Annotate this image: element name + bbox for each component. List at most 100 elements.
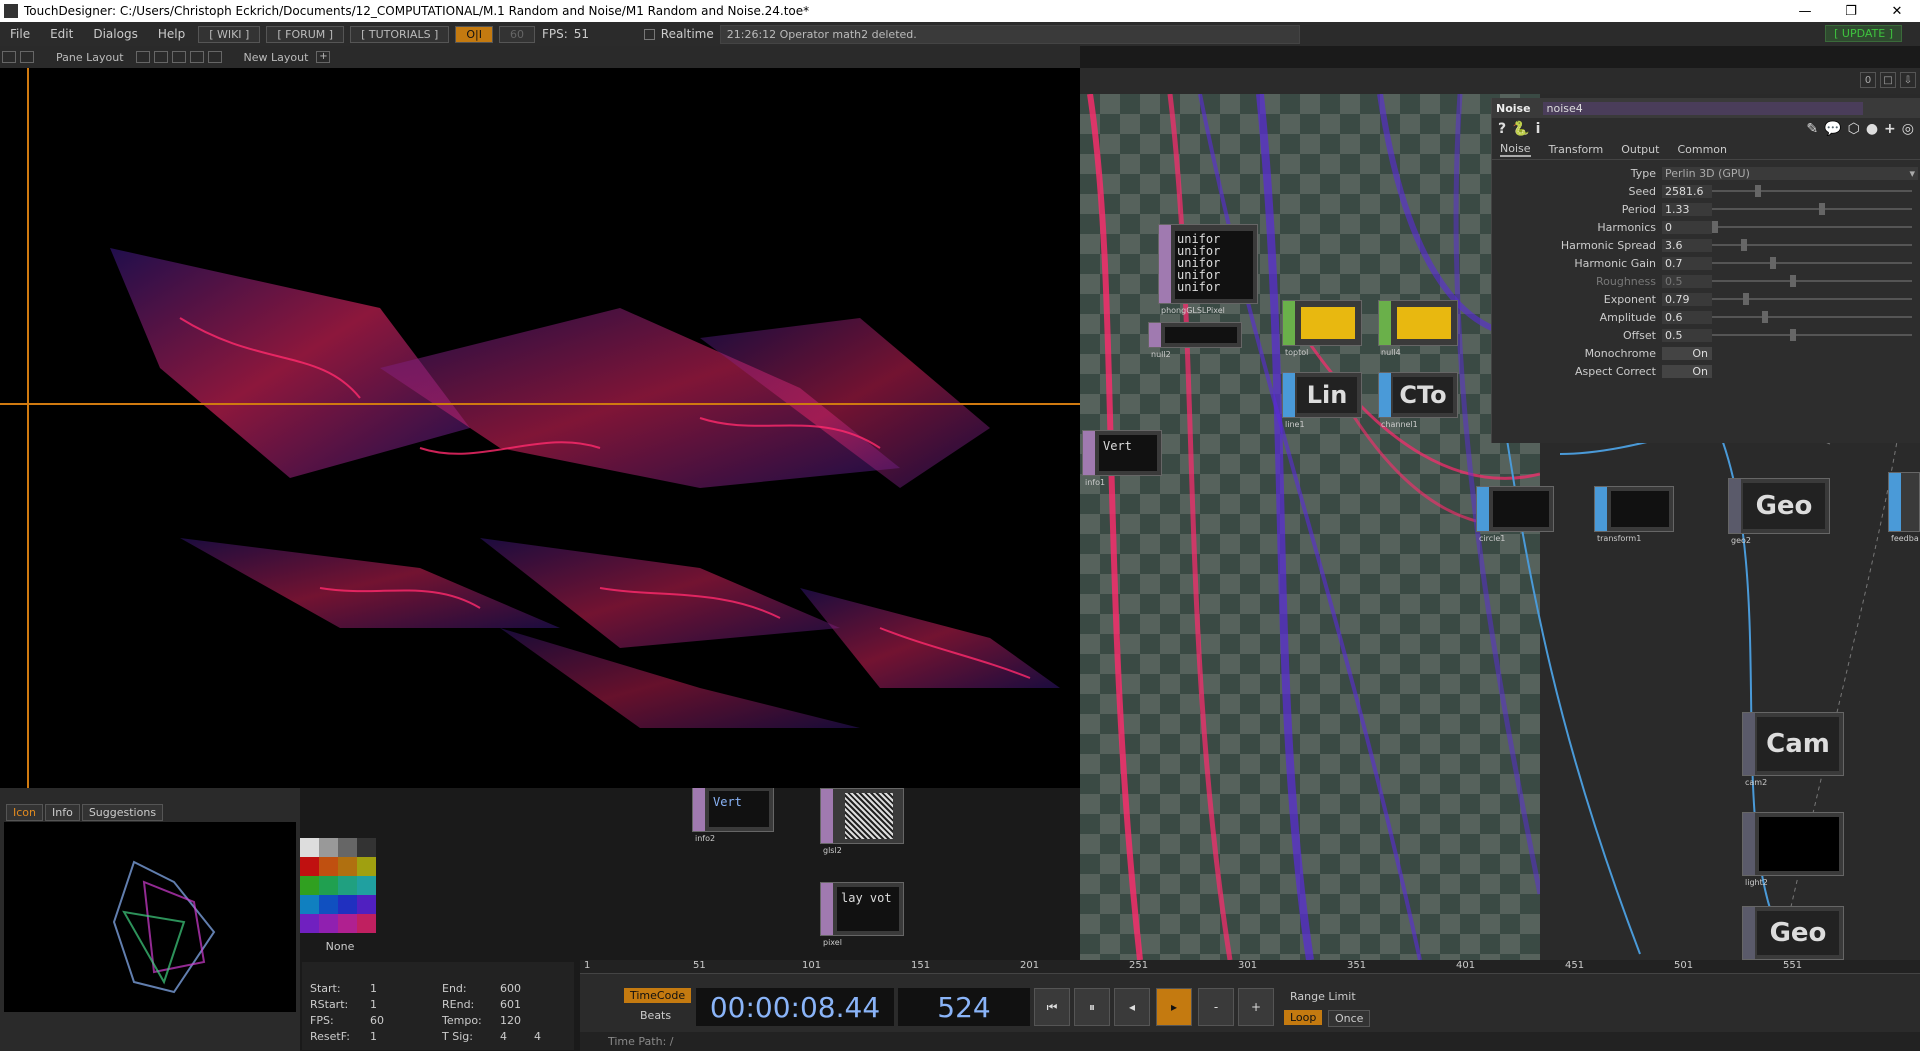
start-value[interactable]: 1 xyxy=(370,982,377,995)
param-value-field[interactable]: 3.6 xyxy=(1662,238,1712,252)
param-slider-knob[interactable] xyxy=(1789,329,1796,341)
realtime-checkbox[interactable] xyxy=(643,28,655,40)
node-cam2[interactable]: Cam cam2 xyxy=(1742,712,1844,787)
tab-output[interactable]: Output xyxy=(1621,143,1659,156)
param-slider[interactable] xyxy=(1712,257,1912,269)
tab-info[interactable]: Info xyxy=(45,804,80,821)
node-line1[interactable]: Lin line1 xyxy=(1282,372,1362,429)
new-layout-button[interactable]: New Layout xyxy=(244,51,309,64)
param-value-field[interactable]: 1.33 xyxy=(1662,202,1712,216)
pane-icon-1[interactable] xyxy=(2,51,16,63)
palette-none[interactable]: None xyxy=(300,940,380,953)
timecode-button[interactable]: TimeCode xyxy=(624,988,692,1003)
rstart-value[interactable]: 1 xyxy=(370,998,377,1011)
wiki-button[interactable]: [ WIKI ] xyxy=(198,25,261,43)
node-light2[interactable]: light2 xyxy=(1742,812,1844,887)
param-slider-knob[interactable] xyxy=(1712,221,1718,233)
node-channel1[interactable]: CTo channel1 xyxy=(1378,372,1458,429)
tab-common[interactable]: Common xyxy=(1677,143,1727,156)
node-circle1[interactable]: circle1 xyxy=(1476,486,1554,543)
menu-help[interactable]: Help xyxy=(148,27,195,41)
close-icon[interactable]: ✕ xyxy=(1874,0,1920,22)
python-help-icon[interactable]: 🐍 xyxy=(1512,121,1529,137)
target-icon[interactable]: ◎ xyxy=(1902,121,1914,137)
param-slider[interactable] xyxy=(1712,203,1912,215)
tsig-value-1[interactable]: 4 xyxy=(500,1030,507,1043)
param-slider[interactable] xyxy=(1712,275,1912,287)
tab-icon[interactable]: Icon xyxy=(6,804,43,821)
end-value[interactable]: 600 xyxy=(500,982,521,995)
param-slider-knob[interactable] xyxy=(1754,185,1761,197)
param-slider[interactable] xyxy=(1712,221,1912,233)
param-value-field[interactable]: 0 xyxy=(1662,220,1712,234)
param-slider-knob[interactable] xyxy=(1789,275,1796,287)
node-null4[interactable]: null4 xyxy=(1378,300,1458,357)
menu-file[interactable]: File xyxy=(0,27,40,41)
forum-button[interactable]: [ FORUM ] xyxy=(266,25,345,43)
node-phong-glsl[interactable]: unifor unifor unifor unifor unifor phong… xyxy=(1158,224,1258,315)
time-path[interactable]: Time Path: / xyxy=(580,1032,1920,1051)
info-icon[interactable]: i xyxy=(1536,121,1541,137)
fps-target[interactable]: 60 xyxy=(498,25,535,43)
layout-icon-2[interactable] xyxy=(153,51,168,63)
counter-icon[interactable]: 0 xyxy=(1860,72,1876,88)
tsig-value-2[interactable]: 4 xyxy=(534,1030,541,1043)
bypass-icon[interactable]: ⬡ xyxy=(1848,121,1860,137)
node-info1[interactable]: Vert info1 xyxy=(1082,430,1162,487)
param-aspect-toggle[interactable]: On xyxy=(1662,364,1712,378)
node-null2[interactable]: null2 xyxy=(1148,322,1242,359)
param-value-field[interactable]: 0.6 xyxy=(1662,310,1712,324)
resetf-value[interactable]: 1 xyxy=(370,1030,377,1043)
node-geo2[interactable]: Geo geo2 xyxy=(1728,478,1830,545)
loop-button[interactable]: Loop xyxy=(1284,1010,1323,1025)
node-glsl2[interactable]: glsl2 xyxy=(820,788,904,855)
tab-suggestions[interactable]: Suggestions xyxy=(81,804,164,821)
floating-viewer[interactable] xyxy=(0,68,1080,788)
restore-icon[interactable]: ❐ xyxy=(1828,0,1874,22)
op-name-field[interactable]: noise4 xyxy=(1542,101,1863,115)
rend-value[interactable]: 601 xyxy=(500,998,521,1011)
once-button[interactable]: Once xyxy=(1328,1010,1371,1027)
python-icon[interactable]: ● xyxy=(1866,121,1878,137)
param-value-field[interactable]: 0.79 xyxy=(1662,292,1712,306)
menu-dialogs[interactable]: Dialogs xyxy=(83,27,147,41)
layout-icon-4[interactable] xyxy=(189,51,204,63)
play-button[interactable]: ▸ xyxy=(1156,988,1192,1026)
add-icon[interactable]: + xyxy=(1884,121,1896,137)
param-slider-knob[interactable] xyxy=(1818,203,1825,215)
help-icon[interactable]: ? xyxy=(1498,121,1506,137)
param-type-dropdown[interactable]: Perlin 3D (GPU) ▾ xyxy=(1662,166,1918,180)
param-value-field[interactable]: 0.5 xyxy=(1662,274,1712,288)
node-feedback[interactable]: feedba xyxy=(1888,472,1920,543)
param-slider[interactable] xyxy=(1712,293,1912,305)
node-geo-bottom[interactable]: Geo xyxy=(1742,906,1844,960)
param-slider[interactable] xyxy=(1712,185,1912,197)
beats-button[interactable]: Beats xyxy=(634,1008,677,1023)
tab-transform[interactable]: Transform xyxy=(1549,143,1604,156)
timeline-ruler[interactable]: 1 51 101 151 201 251 301 351 401 451 501 551 xyxy=(580,960,1920,974)
download-icon[interactable]: ⇩ xyxy=(1900,72,1916,88)
param-slider[interactable] xyxy=(1712,329,1912,341)
param-value-field[interactable]: 0.5 xyxy=(1662,328,1712,342)
edit-icon[interactable]: ✎ xyxy=(1806,121,1818,137)
param-monochrome-toggle[interactable]: On xyxy=(1662,346,1712,360)
node-info2[interactable]: Vert info2 xyxy=(692,786,774,843)
timecode-display[interactable]: 00:00:08.44 xyxy=(696,988,894,1026)
layout-icon-1[interactable] xyxy=(135,51,150,63)
play-toggle-button[interactable]: O|I xyxy=(455,25,493,43)
param-value-field[interactable]: 2581.6 xyxy=(1662,184,1712,198)
step-plus-button[interactable]: + xyxy=(1238,988,1274,1026)
param-slider-knob[interactable] xyxy=(1741,239,1748,251)
pause-button[interactable]: ⏸ xyxy=(1074,988,1110,1026)
pane-icon-2[interactable] xyxy=(20,51,34,63)
node-transform1[interactable]: transform1 xyxy=(1594,486,1674,543)
layout-icon-5[interactable] xyxy=(207,51,222,63)
fps-value[interactable]: 60 xyxy=(370,1014,384,1027)
frame-display[interactable]: 524 xyxy=(898,988,1030,1026)
add-layout-button[interactable]: + xyxy=(316,51,331,63)
minimize-icon[interactable]: — xyxy=(1782,0,1828,22)
param-value-field[interactable]: 0.7 xyxy=(1662,256,1712,270)
param-slider-knob[interactable] xyxy=(1770,257,1777,269)
layout-icon-3[interactable] xyxy=(171,51,186,63)
step-minus-button[interactable]: - xyxy=(1198,988,1234,1026)
